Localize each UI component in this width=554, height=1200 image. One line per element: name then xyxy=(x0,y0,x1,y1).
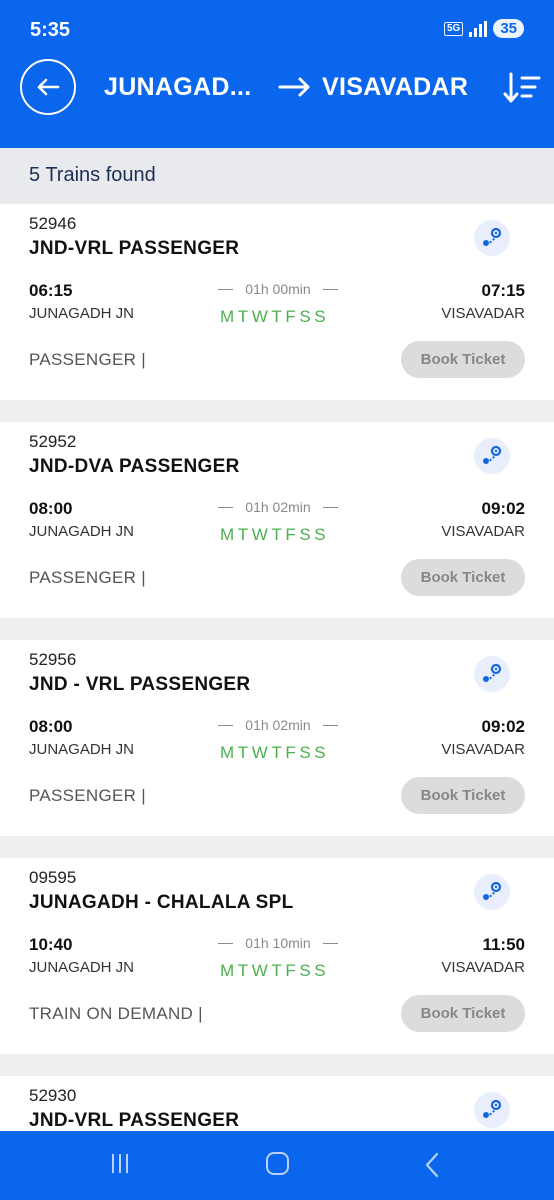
departure-station: JUNAGADH JN xyxy=(29,959,135,976)
route-map-button[interactable] xyxy=(474,438,510,474)
train-number: 52952 xyxy=(29,432,77,451)
train-number: 09595 xyxy=(29,868,77,887)
train-card[interactable]: 52930 JND-VRL PASSENGER xyxy=(0,1076,554,1131)
train-class: PASSENGER | xyxy=(29,786,146,805)
train-card[interactable]: 52956 JND - VRL PASSENGER 08:00 01h 02mi… xyxy=(0,640,554,836)
route-map-icon xyxy=(483,227,502,246)
train-class: TRAIN ON DEMAND | xyxy=(29,1004,203,1023)
departure-station: JUNAGADH JN xyxy=(29,305,135,322)
duration-text: 01h 00min xyxy=(245,281,311,297)
arrival-time: 11:50 xyxy=(482,935,525,954)
arrival-station: VISAVADAR xyxy=(441,305,525,322)
journey-duration: 01h 00min xyxy=(218,281,338,297)
route-map-button[interactable] xyxy=(474,1092,510,1128)
train-card[interactable]: 52952 JND-DVA PASSENGER 08:00 01h 02min … xyxy=(0,422,554,618)
departure-time: 08:00 xyxy=(29,717,73,736)
nav-back-icon[interactable] xyxy=(424,1152,440,1178)
arrival-time: 09:02 xyxy=(481,499,525,518)
train-class: PASSENGER | xyxy=(29,568,146,587)
train-name: JND-VRL PASSENGER xyxy=(29,238,240,259)
train-number: 52946 xyxy=(29,214,77,233)
train-name: JND-VRL PASSENGER xyxy=(29,1110,240,1131)
train-number: 52956 xyxy=(29,650,77,669)
status-icons: 5G 35 xyxy=(443,19,524,38)
route-map-button[interactable] xyxy=(474,874,510,910)
route-map-button[interactable] xyxy=(474,220,510,256)
trains-found-count: 5 Trains found xyxy=(29,164,156,186)
app-header: 5:35 5G 35 JUNAGAD... VISAVADAR xyxy=(0,0,554,148)
train-card[interactable]: 52946 JND-VRL PASSENGER 06:15 01h 00min … xyxy=(0,204,554,400)
journey-duration: 01h 02min xyxy=(218,717,338,733)
arrival-time: 09:02 xyxy=(481,717,525,736)
status-time: 5:35 xyxy=(30,19,71,41)
route-map-button[interactable] xyxy=(474,656,510,692)
duration-text: 01h 02min xyxy=(245,499,311,515)
arrow-left-icon xyxy=(37,78,60,96)
home-icon[interactable] xyxy=(266,1152,289,1175)
battery-indicator: 35 xyxy=(493,19,524,38)
route-to: VISAVADAR xyxy=(322,73,469,101)
sort-icon[interactable] xyxy=(502,70,542,106)
arrival-station: VISAVADAR xyxy=(441,741,525,758)
journey-duration: 01h 10min xyxy=(218,935,338,951)
train-number: 52930 xyxy=(29,1086,77,1105)
departure-time: 06:15 xyxy=(29,281,73,300)
route-from: JUNAGAD... xyxy=(104,73,252,101)
route-arrow-icon xyxy=(278,77,310,97)
duration-text: 01h 02min xyxy=(245,717,311,733)
book-ticket-button[interactable]: Book Ticket xyxy=(401,559,525,596)
arrival-time: 07:15 xyxy=(481,281,525,300)
train-card[interactable]: 09595 JUNAGADH - CHALALA SPL 10:40 01h 1… xyxy=(0,858,554,1054)
running-days: MTWTFSS xyxy=(220,307,330,326)
arrival-station: VISAVADAR xyxy=(441,959,525,976)
departure-station: JUNAGADH JN xyxy=(29,523,135,540)
departure-time: 10:40 xyxy=(29,935,73,954)
train-name: JND-DVA PASSENGER xyxy=(29,456,240,477)
signal-icon xyxy=(469,20,488,37)
train-class: PASSENGER | xyxy=(29,350,146,369)
running-days: MTWTFSS xyxy=(220,961,330,980)
book-ticket-button[interactable]: Book Ticket xyxy=(401,777,525,814)
duration-text: 01h 10min xyxy=(245,935,311,951)
journey-duration: 01h 02min xyxy=(218,499,338,515)
route-map-icon xyxy=(483,445,502,464)
running-days: MTWTFSS xyxy=(220,525,330,544)
arrival-station: VISAVADAR xyxy=(441,523,525,540)
recent-apps-icon[interactable] xyxy=(112,1154,128,1173)
route-map-icon xyxy=(483,1099,502,1118)
results-summary: 5 Trains found xyxy=(0,148,554,203)
departure-time: 08:00 xyxy=(29,499,73,518)
train-name: JND - VRL PASSENGER xyxy=(29,674,251,695)
departure-station: JUNAGADH JN xyxy=(29,741,135,758)
book-ticket-button[interactable]: Book Ticket xyxy=(401,995,525,1032)
route-map-icon xyxy=(483,881,502,900)
route-map-icon xyxy=(483,663,502,682)
system-nav-bar xyxy=(0,1131,554,1200)
train-name: JUNAGADH - CHALALA SPL xyxy=(29,892,294,913)
book-ticket-button[interactable]: Book Ticket xyxy=(401,341,525,378)
back-button[interactable] xyxy=(20,59,76,115)
running-days: MTWTFSS xyxy=(220,743,330,762)
network-5g-icon: 5G xyxy=(443,21,464,36)
